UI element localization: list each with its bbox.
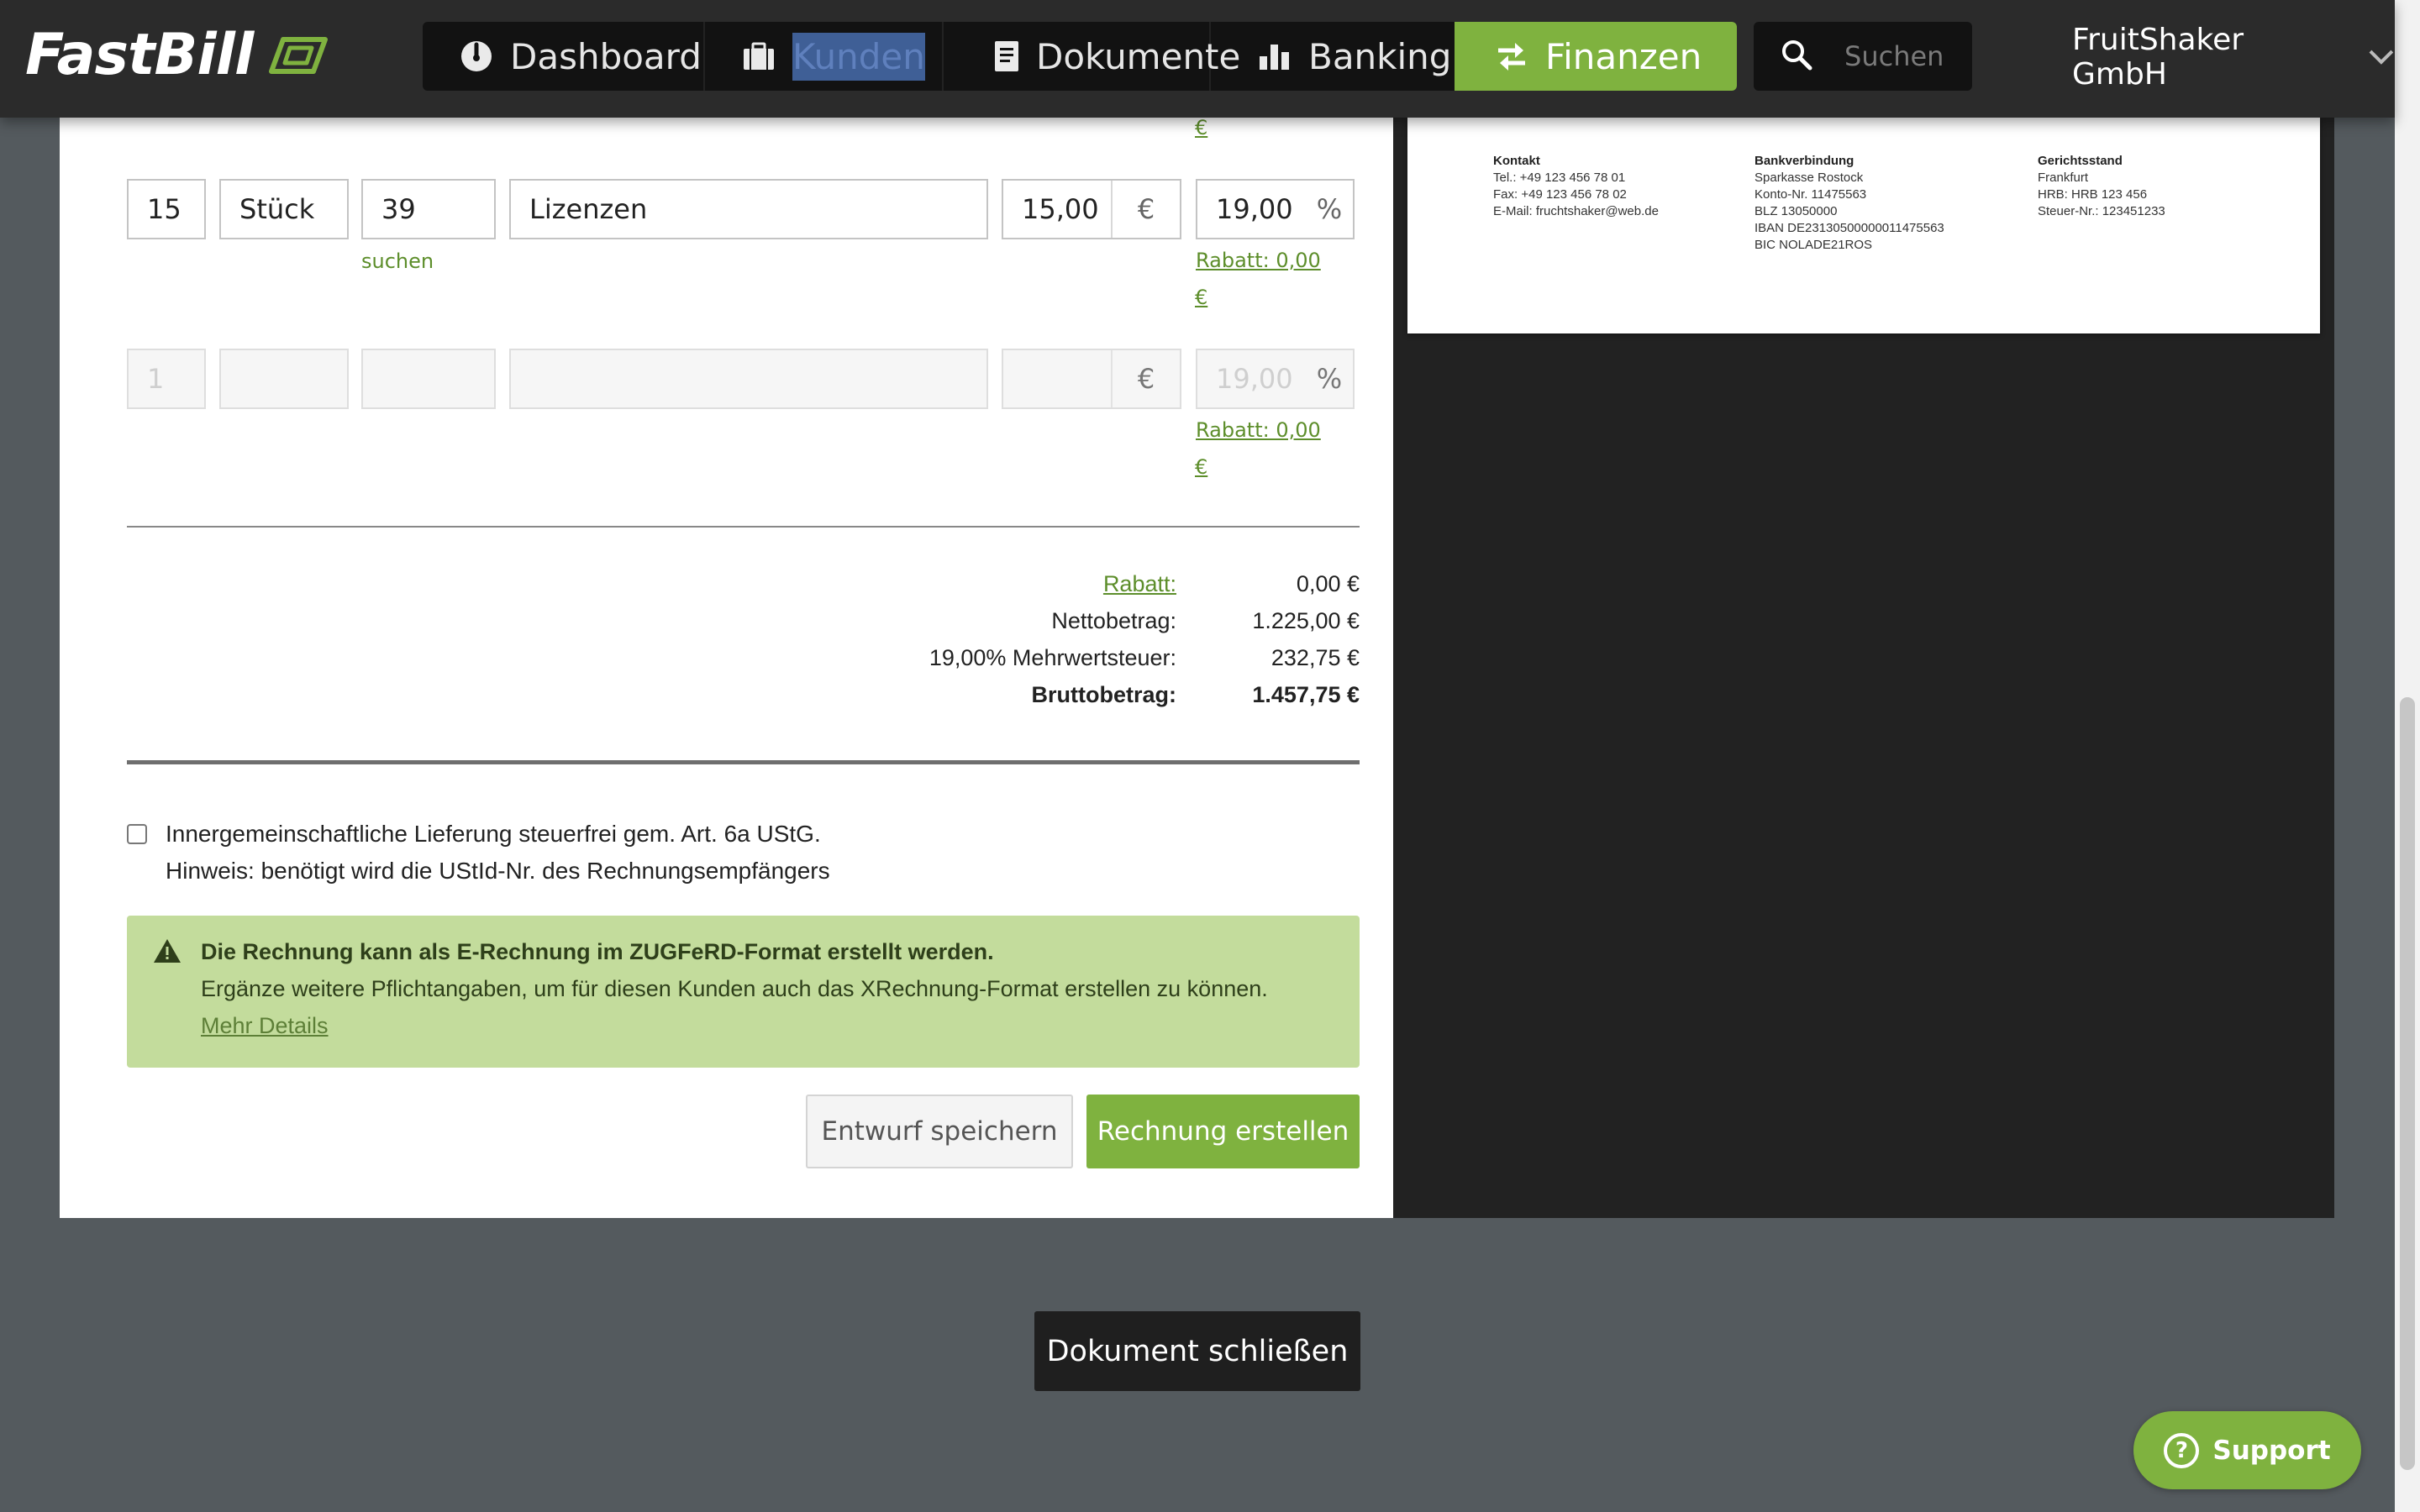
article-number-field[interactable]: 39 xyxy=(361,179,496,239)
eu-delivery-label[interactable]: Innergemeinschaftliche Lieferung steuerf… xyxy=(166,816,1342,853)
nav-label: Dokumente xyxy=(1036,35,1241,77)
currency-addon: € xyxy=(1111,181,1180,238)
new-unit-field[interactable] xyxy=(219,349,349,409)
exchange-arrows-icon xyxy=(1493,38,1530,75)
more-details-link[interactable]: Mehr Details xyxy=(201,1013,329,1039)
nav-item-dashboard[interactable]: Dashboard xyxy=(423,22,705,91)
gross-value: 1.457,75 € xyxy=(1252,682,1360,707)
net-value: 1.225,00 € xyxy=(1252,608,1360,633)
preview-contact: Kontakt Tel.: +49 123 456 78 01 Fax: +49… xyxy=(1493,154,1659,218)
quantity-field[interactable]: 15 xyxy=(127,179,206,239)
briefcase-icon xyxy=(740,38,777,75)
totals-block: Rabatt: 0,00 € Nettobetrag: 1.225,00 € 1… xyxy=(127,571,1360,722)
top-bar: FastBill Dashboard Kunden Dokumente Bank… xyxy=(0,0,2395,118)
new-unit-price-field[interactable]: € xyxy=(1002,349,1181,409)
bar-chart-icon xyxy=(1256,38,1293,75)
description-field[interactable]: Lizenzen xyxy=(509,179,988,239)
percent-addon: % xyxy=(1316,363,1343,395)
search-box xyxy=(1754,22,1972,91)
notice-text: Ergänze weitere Pflichtangaben, um für d… xyxy=(201,976,1268,1001)
main-navigation: Dashboard Kunden Dokumente Banking Finan… xyxy=(423,22,1737,91)
new-discount-link[interactable]: Rabatt: 0,00 xyxy=(1196,418,1321,442)
nav-label: Kunden xyxy=(792,32,925,81)
gross-label: Bruttobetrag: xyxy=(1031,682,1176,707)
invoice-preview-page: Kontakt Tel.: +49 123 456 78 01 Fax: +49… xyxy=(1407,118,2320,333)
net-label: Nettobetrag: xyxy=(1051,608,1176,633)
dashboard-gauge-icon xyxy=(458,38,495,75)
support-button[interactable]: ? Support xyxy=(2133,1411,2361,1489)
logo-mark-icon xyxy=(269,37,329,74)
search-icon[interactable] xyxy=(1781,39,1812,75)
search-input[interactable] xyxy=(1844,40,1970,72)
vat-value: 232,75 € xyxy=(1270,645,1360,670)
eu-delivery-hint: Hinweis: benötigt wird die UStId-Nr. des… xyxy=(166,858,830,884)
unit-price-field[interactable]: 15,00 € xyxy=(1002,179,1181,239)
chevron-down-icon xyxy=(2369,50,2394,65)
warning-triangle-icon xyxy=(152,937,182,969)
nav-label: Dashboard xyxy=(510,35,702,77)
new-article-number-field[interactable] xyxy=(361,349,496,409)
preview-bank: Bankverbindung Sparkasse Rostock Konto-N… xyxy=(1754,154,1944,252)
create-invoice-button[interactable]: Rechnung erstellen xyxy=(1086,1095,1360,1168)
totals-divider xyxy=(127,760,1360,764)
currency-addon: € xyxy=(1111,350,1180,407)
nav-label: Finanzen xyxy=(1545,35,1702,77)
support-label: Support xyxy=(2212,1435,2331,1466)
total-discount-link[interactable]: Rabatt: xyxy=(1103,571,1176,597)
new-description-field[interactable] xyxy=(509,349,988,409)
tax-rate-field[interactable]: 19,00 % xyxy=(1196,179,1355,239)
new-tax-rate-field[interactable]: 19,00 % xyxy=(1196,349,1355,409)
fastbill-logo[interactable]: FastBill xyxy=(25,17,330,92)
discount-link-euro[interactable]: € xyxy=(1195,286,1207,309)
document-icon xyxy=(992,38,1021,75)
unit-field[interactable]: Stück xyxy=(219,179,349,239)
nav-label: Banking xyxy=(1308,35,1452,77)
new-discount-link-euro[interactable]: € xyxy=(1195,455,1207,479)
save-draft-button[interactable]: Entwurf speichern xyxy=(806,1095,1073,1168)
company-name: FruitShaker GmbH xyxy=(2072,23,2244,92)
percent-addon: % xyxy=(1316,193,1343,225)
preview-court: Gerichtsstand Frankfurt HRB: HRB 123 456… xyxy=(2038,154,2165,218)
nav-item-dokumente[interactable]: Dokumente xyxy=(944,22,1240,91)
previous-discount-euro[interactable]: € xyxy=(1195,116,1207,139)
vat-label: 19,00% Mehrwertsteuer: xyxy=(929,645,1176,670)
question-circle-icon: ? xyxy=(2164,1432,2200,1468)
scrollbar-thumb[interactable] xyxy=(2400,697,2415,1470)
close-document-button[interactable]: Dokument schließen xyxy=(1034,1311,1360,1391)
nav-item-finanzen[interactable]: Finanzen xyxy=(1455,22,1737,91)
divider xyxy=(127,526,1360,528)
company-switcher[interactable]: FruitShaker GmbH xyxy=(2072,23,2395,92)
nav-item-banking[interactable]: Banking xyxy=(1211,22,1455,91)
article-search-link[interactable]: suchen xyxy=(361,249,434,273)
e-invoice-notice: Die Rechnung kann als E-Rechnung im ZUGF… xyxy=(127,916,1360,1068)
total-discount-value: 0,00 € xyxy=(1296,571,1360,596)
discount-link[interactable]: Rabatt: 0,00 xyxy=(1196,249,1321,272)
logo-text: FastBill xyxy=(25,21,254,88)
new-quantity-field[interactable]: 1 xyxy=(127,349,206,409)
eu-delivery-checkbox[interactable] xyxy=(127,824,147,844)
eu-delivery-text: Innergemeinschaftliche Lieferung steuerf… xyxy=(166,816,1342,890)
notice-title: Die Rechnung kann als E-Rechnung im ZUGF… xyxy=(201,939,994,964)
nav-item-kunden[interactable]: Kunden xyxy=(705,22,944,91)
